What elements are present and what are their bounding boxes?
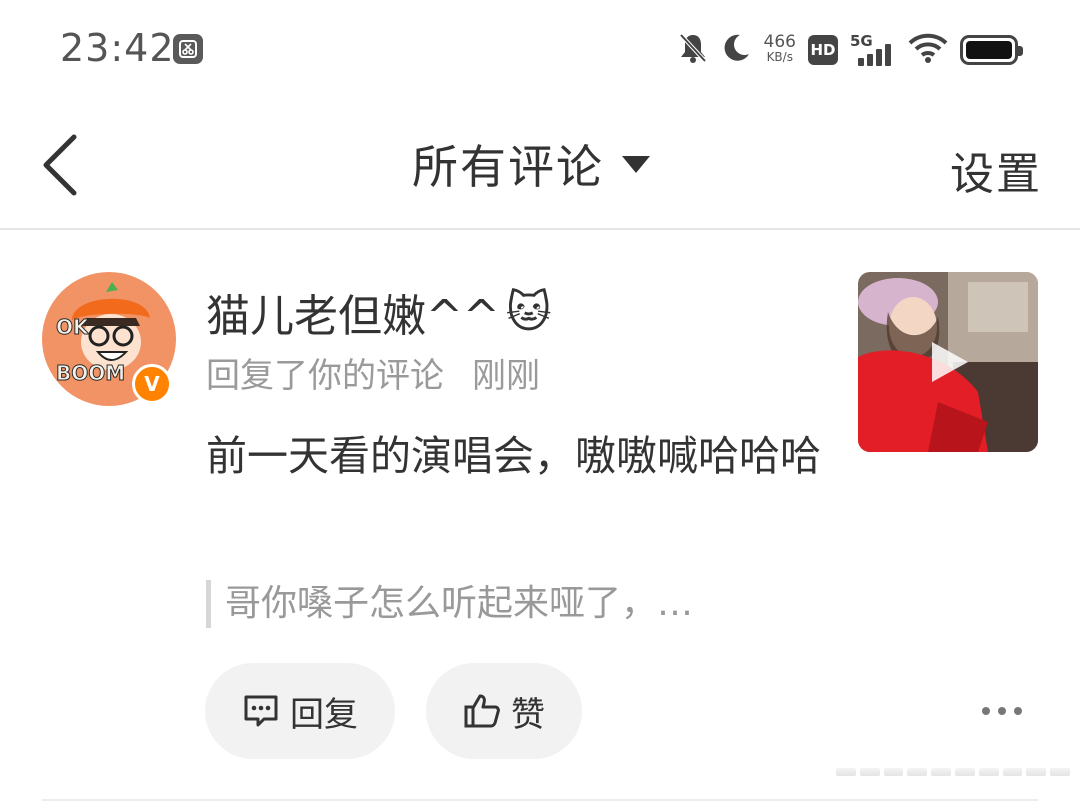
item-divider [42, 799, 1038, 801]
hd-badge: HD [808, 35, 838, 65]
more-dots-icon [982, 707, 990, 715]
moon-icon [720, 32, 752, 68]
comment-filter-dropdown[interactable]: 所有评论 [412, 136, 650, 194]
username-text: 猫儿老但嫩^^ [206, 291, 500, 342]
action-text: 回复了你的评论 [206, 356, 444, 396]
indicator-segment [883, 768, 904, 776]
signal-indicator: 5G [850, 32, 896, 68]
signal-bars-icon [858, 44, 891, 66]
network-speed-unit: KB/s [766, 50, 793, 64]
screenshot-app-icon [173, 34, 203, 64]
play-icon [932, 342, 968, 382]
caret-down-icon [622, 155, 650, 173]
thumbs-up-icon [464, 694, 500, 728]
back-chevron-icon [43, 134, 77, 196]
nav-bar: 所有评论 设置 [0, 100, 1080, 230]
comment-bubble-icon [244, 695, 278, 727]
svg-text:OK: OK [56, 315, 90, 339]
back-button[interactable] [38, 133, 82, 197]
more-dot [998, 707, 1006, 715]
timestamp: 刚刚 [472, 356, 540, 396]
indicator-segment [1050, 768, 1070, 776]
like-button[interactable]: 赞 [426, 663, 582, 759]
more-dot [1014, 707, 1022, 715]
indicator-segment [859, 768, 880, 776]
video-thumbnail[interactable] [858, 272, 1038, 452]
svg-text:BOOM: BOOM [56, 361, 125, 385]
indicator-segment [836, 768, 856, 776]
indicator-segment [1002, 768, 1023, 776]
quoted-comment[interactable]: 哥你嗓子怎么听起来哑了，… [206, 580, 693, 628]
status-bar: 23:42 466 KB/s HD 5G [0, 0, 1080, 100]
page-title: 所有评论 [412, 140, 604, 194]
network-speed: 466 KB/s [763, 32, 796, 65]
verified-badge: V [132, 364, 172, 404]
like-label: 赞 [511, 694, 545, 735]
indicator-segment [931, 768, 951, 776]
wifi-icon [908, 32, 948, 68]
home-indicator [836, 768, 1070, 776]
username[interactable]: 猫儿老但嫩^^ 🐱 [206, 280, 552, 344]
reply-button[interactable]: 回复 [205, 663, 395, 759]
reply-label: 回复 [290, 694, 358, 735]
settings-button[interactable]: 设置 [950, 138, 1042, 202]
indicator-segment [907, 768, 928, 776]
indicator-segment [978, 768, 999, 776]
cat-emoji-icon: 🐱 [505, 286, 552, 338]
indicator-segment [954, 768, 975, 776]
more-options-button[interactable] [982, 700, 1022, 722]
status-time: 23:42 [60, 26, 175, 70]
indicator-segment [1026, 768, 1047, 776]
mute-bell-icon [678, 32, 708, 68]
battery-icon [960, 35, 1023, 65]
comment-text[interactable]: 前一天看的演唱会，嗷嗷喊哈哈哈 [206, 422, 826, 490]
network-speed-value: 466 [763, 32, 796, 52]
notification-meta: 回复了你的评论 刚刚 [206, 348, 540, 397]
